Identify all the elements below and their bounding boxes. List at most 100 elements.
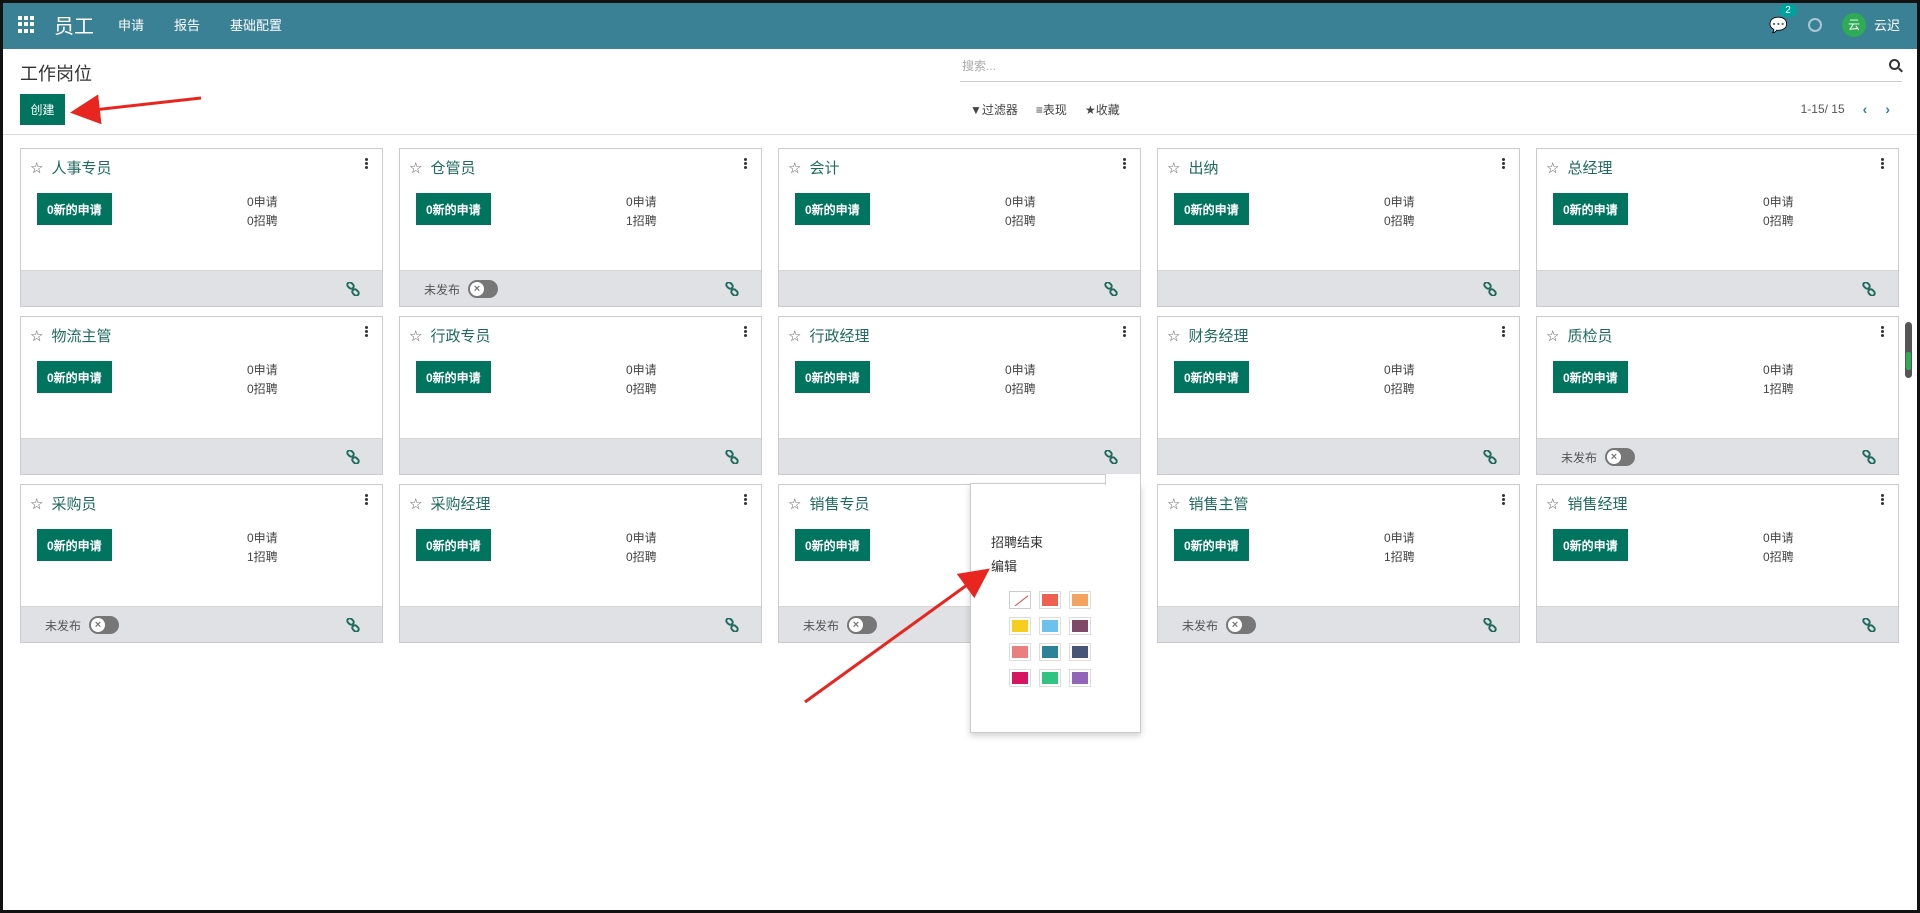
kebab-menu-icon[interactable] <box>1502 326 1505 337</box>
kebab-menu-icon[interactable] <box>1502 494 1505 505</box>
color-swatch[interactable] <box>1039 643 1061 661</box>
favorite-star-icon[interactable]: ☆ <box>30 159 43 177</box>
hires-count[interactable]: 0招聘 <box>247 380 278 399</box>
link-icon[interactable] <box>725 618 739 632</box>
hires-count[interactable]: 0招聘 <box>1763 548 1794 567</box>
favorite-star-icon[interactable]: ☆ <box>1546 495 1559 513</box>
kebab-menu-icon[interactable] <box>744 158 747 169</box>
new-applications-button[interactable]: 0新的申请 <box>37 529 112 561</box>
hires-count[interactable]: 1招聘 <box>247 548 278 567</box>
color-swatch[interactable] <box>1069 669 1091 687</box>
unpublished-toggle[interactable]: 未发布 <box>1561 448 1636 466</box>
publish-toggle-icon[interactable] <box>89 616 120 634</box>
activity-clock-icon[interactable] <box>1807 17 1822 32</box>
color-swatch-none[interactable] <box>1009 591 1031 609</box>
link-icon[interactable] <box>1483 450 1497 464</box>
new-applications-button[interactable]: 0新的申请 <box>416 361 491 393</box>
favorite-star-icon[interactable]: ☆ <box>788 159 801 177</box>
job-card[interactable]: ☆ 出纳 0新的申请 0申请 0招聘 <box>1157 148 1520 307</box>
applications-count[interactable]: 0申请 <box>1005 361 1036 380</box>
favorites-button[interactable]: ★收藏 <box>1085 101 1120 118</box>
job-card[interactable]: ☆ 行政专员 0新的申请 0申请 0招聘 <box>399 316 762 475</box>
job-title[interactable]: ☆ 采购员 <box>30 493 96 514</box>
kebab-menu-icon[interactable] <box>1881 158 1884 169</box>
color-swatch[interactable] <box>1039 669 1061 687</box>
link-icon[interactable] <box>1483 618 1497 632</box>
job-title[interactable]: ☆ 仓管员 <box>409 157 475 178</box>
applications-count[interactable]: 0申请 <box>1384 529 1415 548</box>
color-swatch[interactable] <box>1069 617 1091 635</box>
link-icon[interactable] <box>346 450 360 464</box>
user-menu[interactable]: 云 云迟 <box>1841 12 1900 37</box>
color-swatch[interactable] <box>1009 669 1031 687</box>
link-icon[interactable] <box>725 282 739 296</box>
applications-count[interactable]: 0申请 <box>1763 193 1794 212</box>
color-swatch[interactable] <box>1069 643 1091 661</box>
favorite-star-icon[interactable]: ☆ <box>788 327 801 345</box>
pager-next-icon[interactable]: › <box>1885 101 1890 117</box>
close-recruitment-item[interactable]: 招聘结束 <box>991 532 1043 551</box>
job-card[interactable]: ☆ 总经理 0新的申请 0申请 0招聘 <box>1536 148 1899 307</box>
unpublished-toggle[interactable]: 未发布 <box>45 616 120 634</box>
edit-item[interactable]: 编辑 <box>991 556 1017 575</box>
job-title[interactable]: ☆ 总经理 <box>1546 157 1612 178</box>
favorite-star-icon[interactable]: ☆ <box>1167 495 1180 513</box>
search-icon[interactable] <box>1889 59 1900 70</box>
job-title[interactable]: ☆ 财务经理 <box>1167 325 1248 346</box>
unpublished-toggle[interactable]: 未发布 <box>1182 616 1257 634</box>
link-icon[interactable] <box>725 450 739 464</box>
new-applications-button[interactable]: 0新的申请 <box>416 529 491 561</box>
job-title[interactable]: ☆ 销售主管 <box>1167 493 1248 514</box>
new-applications-button[interactable]: 0新的申请 <box>1174 529 1249 561</box>
kebab-menu-icon[interactable] <box>1502 158 1505 169</box>
new-applications-button[interactable]: 0新的申请 <box>795 529 870 561</box>
new-applications-button[interactable]: 0新的申请 <box>1174 193 1249 225</box>
job-title[interactable]: ☆ 出纳 <box>1167 157 1218 178</box>
kebab-menu-icon[interactable] <box>1123 326 1126 337</box>
job-title[interactable]: ☆ 行政专员 <box>409 325 490 346</box>
favorite-star-icon[interactable]: ☆ <box>1546 159 1559 177</box>
applications-count[interactable]: 0申请 <box>626 361 657 380</box>
applications-count[interactable]: 0申请 <box>1384 361 1415 380</box>
color-swatch[interactable] <box>1039 617 1061 635</box>
favorite-star-icon[interactable]: ☆ <box>30 495 43 513</box>
favorite-star-icon[interactable]: ☆ <box>1167 327 1180 345</box>
job-card[interactable]: ☆ 销售主管 0新的申请 0申请 1招聘 未发布 <box>1157 484 1520 643</box>
new-applications-button[interactable]: 0新的申请 <box>795 193 870 225</box>
favorite-star-icon[interactable]: ☆ <box>409 495 422 513</box>
link-icon[interactable] <box>1862 618 1876 632</box>
job-card[interactable]: ☆ 采购经理 0新的申请 0申请 0招聘 <box>399 484 762 643</box>
group-by-button[interactable]: ≡表现 <box>1036 101 1067 118</box>
job-title[interactable]: ☆ 销售专员 <box>788 493 869 514</box>
apps-menu-icon[interactable] <box>18 15 36 34</box>
job-card[interactable]: ☆ 行政经理 0新的申请 0申请 0招聘 <box>778 316 1141 475</box>
favorite-star-icon[interactable]: ☆ <box>1167 159 1180 177</box>
hires-count[interactable]: 0招聘 <box>626 380 657 399</box>
publish-toggle-icon[interactable] <box>847 616 878 634</box>
kebab-menu-icon[interactable] <box>1123 158 1126 169</box>
job-title[interactable]: ☆ 人事专员 <box>30 157 111 178</box>
link-icon[interactable] <box>1862 450 1876 464</box>
kebab-menu-icon[interactable] <box>744 326 747 337</box>
color-swatch[interactable] <box>1039 591 1061 609</box>
link-icon[interactable] <box>346 618 360 632</box>
unpublished-toggle[interactable]: 未发布 <box>424 280 499 298</box>
link-icon[interactable] <box>1483 282 1497 296</box>
favorite-star-icon[interactable]: ☆ <box>30 327 43 345</box>
kebab-menu-icon[interactable] <box>365 494 368 505</box>
favorite-star-icon[interactable]: ☆ <box>409 159 422 177</box>
menu-applications[interactable]: 申请 <box>118 15 144 34</box>
applications-count[interactable]: 0申请 <box>1763 529 1794 548</box>
hires-count[interactable]: 1招聘 <box>1384 548 1415 567</box>
job-card[interactable]: ☆ 质检员 0新的申请 0申请 1招聘 未发布 <box>1536 316 1899 475</box>
color-swatch[interactable] <box>1009 643 1031 661</box>
link-icon[interactable] <box>1862 282 1876 296</box>
applications-count[interactable]: 0申请 <box>1384 193 1415 212</box>
hires-count[interactable]: 0招聘 <box>1384 212 1415 231</box>
menu-configuration[interactable]: 基础配置 <box>230 15 282 34</box>
applications-count[interactable]: 0申请 <box>626 193 657 212</box>
job-title[interactable]: ☆ 会计 <box>788 157 839 178</box>
kebab-menu-icon[interactable] <box>744 494 747 505</box>
kebab-menu-icon[interactable] <box>1881 326 1884 337</box>
pager-value[interactable]: 1-15/ 15 <box>1801 102 1845 116</box>
